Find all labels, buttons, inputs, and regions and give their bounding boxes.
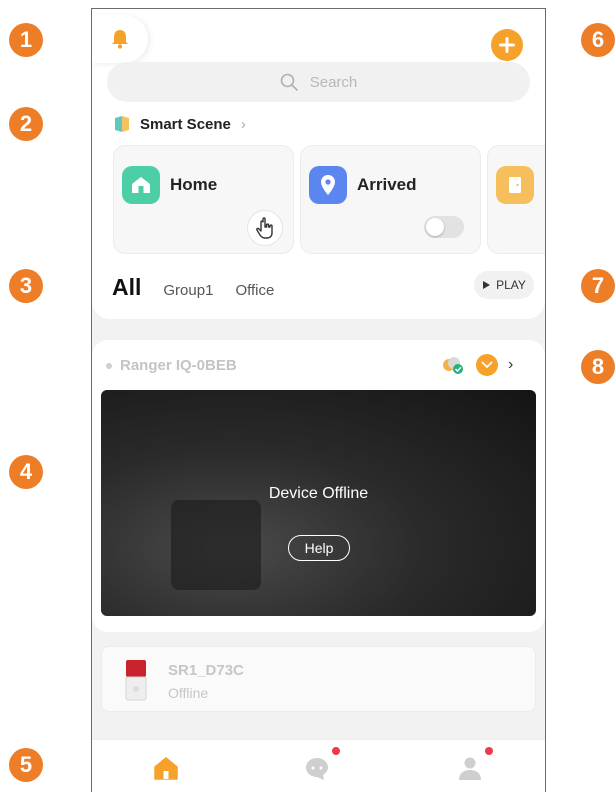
profile-badge [485,747,493,755]
run-scene-button[interactable] [247,210,283,246]
smart-scene-icon [115,116,129,132]
search-bar[interactable]: Search [107,62,530,102]
device-offline-message: Device Offline [268,485,369,502]
bell-icon [112,30,128,49]
search-icon [280,73,298,91]
callout-4: 4 [9,455,43,489]
callout-8: 8 [581,350,615,384]
profile-icon [459,757,481,780]
siren-sensor-icon [125,660,147,701]
play-button[interactable]: PLAY [474,271,534,299]
sensor-name: SR1_D73C [168,662,244,679]
callout-5: 5 [9,748,43,782]
home-icon [132,177,150,193]
help-button[interactable]: Help [288,535,350,561]
scene-card-arrived[interactable]: Arrived [300,145,481,254]
camera-header-icons: › [440,354,513,376]
plus-icon [499,37,515,53]
scene-card-third[interactable] [487,145,545,254]
tab-group1[interactable]: Group1 [163,282,213,301]
camera-video-view[interactable]: Device Offline Help [101,390,536,616]
smart-scene-header[interactable]: Smart Scene › [114,113,246,135]
tab-all[interactable]: All [112,274,141,301]
home-icon [154,757,178,780]
callout-7: 7 [581,269,615,303]
camera-card[interactable]: Ranger IQ-0BEB › Device Offline Help [92,340,545,632]
camera-title: Ranger IQ-0BEB [106,357,237,374]
callout-3: 3 [9,269,43,303]
tab-office[interactable]: Office [235,282,274,301]
phone-screen: Search Smart Scene › Home Arrived All Gr… [91,8,546,792]
nav-profile[interactable] [456,747,493,782]
chevron-down-icon [481,361,493,369]
add-device-button[interactable] [491,29,523,61]
bottom-navigation [92,739,545,792]
messages-badge [332,747,340,755]
expand-button[interactable] [476,354,498,376]
message-icon [306,758,328,780]
video-background-shape [171,500,261,590]
scene-name-arrived: Arrived [357,175,417,194]
sensor-card[interactable]: SR1_D73C Offline [101,646,536,712]
arrived-scene-toggle[interactable] [424,216,464,238]
nav-home[interactable] [152,754,180,782]
chevron-right-icon: › [240,115,246,133]
top-panel: Search Smart Scene › Home Arrived All Gr… [92,9,545,319]
home-scene-icon-tile [122,166,160,204]
callout-1: 1 [9,23,43,57]
offline-dot-icon [106,362,112,369]
callout-2: 2 [9,107,43,141]
sensor-status: Offline [168,685,209,701]
play-icon [483,281,491,289]
play-label: PLAY [496,278,526,292]
camera-name: Ranger IQ-0BEB [120,357,237,374]
search-placeholder: Search [309,73,358,91]
third-scene-icon-tile [496,166,534,204]
screenshot-canvas: 1 2 3 4 5 6 7 8 Search Smart Scene › Hom… [0,0,615,792]
callout-6: 6 [581,23,615,57]
arrived-scene-icon-tile [309,166,347,204]
nav-messages[interactable] [303,747,340,782]
tap-hand-icon [256,217,273,239]
cloud-check-icon[interactable] [440,355,466,375]
chevron-right-icon[interactable]: › [508,356,513,374]
scene-card-home[interactable]: Home [113,145,294,254]
toggle-knob [426,218,444,236]
scene-name-home: Home [170,175,218,194]
door-icon [509,177,521,193]
location-pin-icon [321,175,335,195]
notification-button[interactable] [92,15,148,63]
group-tabs: All Group1 Office [112,271,274,301]
smart-scene-title: Smart Scene [140,115,231,133]
